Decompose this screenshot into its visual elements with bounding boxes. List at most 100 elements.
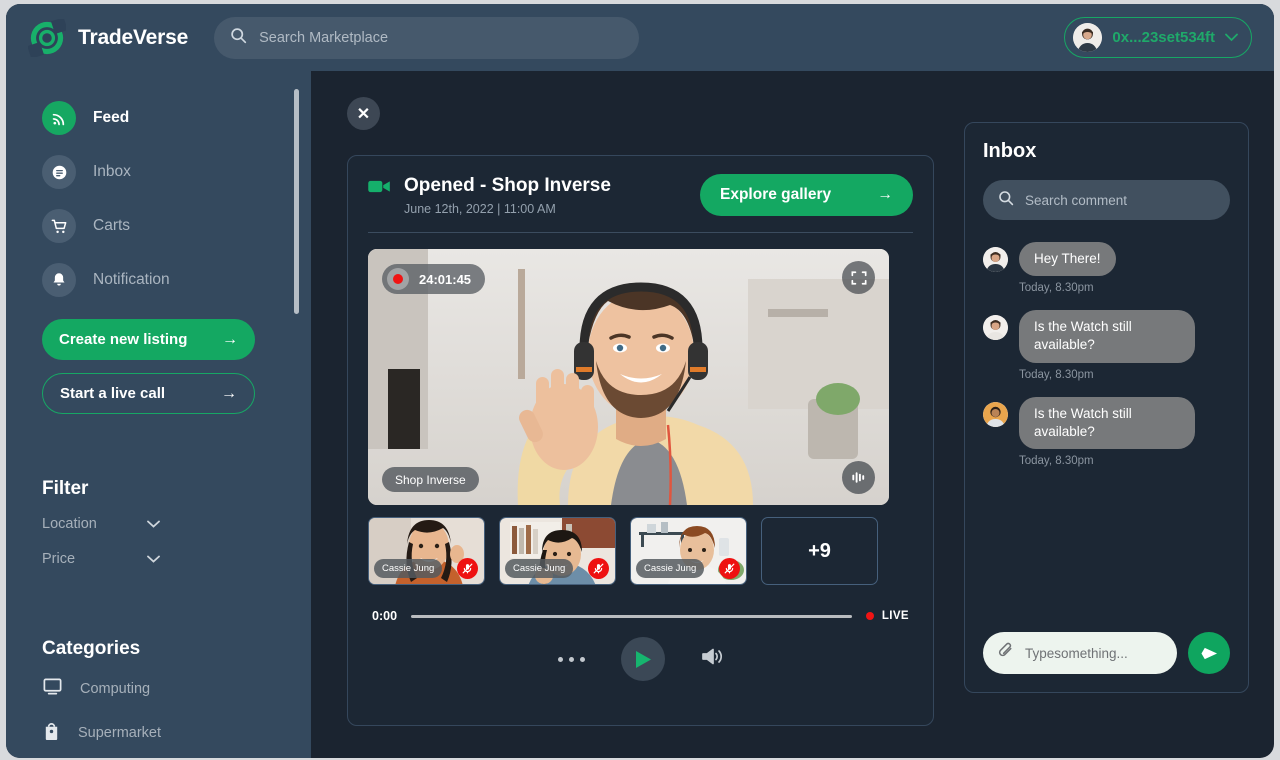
- message-time: Today, 8.30pm: [1019, 455, 1094, 468]
- presenter-name-tag: Shop Inverse: [382, 467, 479, 492]
- app-body: Feed Inbox Carts Notification Create new…: [6, 71, 1274, 758]
- search-marketplace-input[interactable]: Search Marketplace: [214, 16, 640, 59]
- search-icon: [230, 27, 247, 49]
- participant-thumbnail[interactable]: Cassie Jung: [630, 517, 747, 585]
- sidebar-item-label: Inbox: [93, 163, 131, 180]
- send-icon[interactable]: [1188, 632, 1230, 674]
- volume-icon[interactable]: [701, 647, 723, 671]
- participant-thumbnails: Cassie Jung Cassie Jung Cassie Jung +9: [368, 517, 913, 585]
- explore-gallery-button[interactable]: Explore gallery →: [700, 174, 913, 216]
- sidebar: Feed Inbox Carts Notification Create new…: [6, 71, 311, 758]
- wallet-address: 0x...23set534ft: [1112, 29, 1215, 46]
- create-listing-label: Create new listing: [59, 331, 188, 348]
- search-comment-placeholder: Search comment: [1025, 192, 1128, 208]
- monitor-icon: [42, 676, 63, 702]
- current-time: 0:00: [372, 609, 398, 623]
- arrow-right-icon: →: [877, 186, 894, 203]
- arrow-right-icon: →: [222, 330, 238, 348]
- chevron-down-icon: [1225, 29, 1238, 47]
- start-live-call-button[interactable]: Start a live call →: [42, 373, 255, 414]
- message-time: Today, 8.30pm: [1019, 282, 1094, 295]
- mic-off-icon[interactable]: [588, 558, 609, 579]
- close-icon[interactable]: ✕: [347, 97, 380, 130]
- live-video-player[interactable]: 24:01:45 Shop Inverse: [368, 249, 889, 505]
- progress-track[interactable]: [411, 614, 852, 618]
- bell-icon: [42, 263, 76, 297]
- message-list: Hey There! Today, 8.30pm Is the Watch st…: [983, 242, 1230, 632]
- sidebar-scrollbar[interactable]: [294, 89, 299, 314]
- message-input[interactable]: Typesomething...: [983, 632, 1177, 674]
- inbox-icon: [42, 155, 76, 189]
- search-placeholder: Search Marketplace: [259, 29, 389, 46]
- avatar: [983, 315, 1008, 341]
- inbox-title: Inbox: [983, 140, 1037, 162]
- participant-name: Cassie Jung: [505, 559, 574, 578]
- arrow-right-icon: →: [221, 384, 237, 402]
- list-item[interactable]: Hey There!: [983, 242, 1230, 277]
- message-text: Hey There!: [1019, 242, 1116, 277]
- sidebar-item-label: Carts: [93, 217, 131, 234]
- brand[interactable]: TradeVerse: [27, 16, 189, 59]
- fullscreen-icon[interactable]: [842, 261, 875, 294]
- category-label: Supermarket: [78, 725, 162, 741]
- sidebar-item-notification[interactable]: Notification: [6, 255, 311, 305]
- search-comment-input[interactable]: Search comment: [983, 180, 1230, 220]
- player-controls: [368, 637, 913, 681]
- categories-section: Categories Computing Supermarket: [6, 616, 311, 758]
- video-camera-icon: [368, 179, 391, 199]
- filter-label: Location: [42, 516, 97, 532]
- message-placeholder: Typesomething...: [1025, 645, 1128, 661]
- audio-waveform-icon[interactable]: [842, 461, 875, 494]
- wallet-menu[interactable]: 0x...23set534ft: [1064, 17, 1252, 58]
- play-icon[interactable]: [621, 637, 665, 681]
- participant-thumbnail[interactable]: Cassie Jung: [368, 517, 485, 585]
- header-divider: [368, 232, 913, 233]
- participant-thumbnail[interactable]: Cassie Jung: [499, 517, 616, 585]
- more-participants-button[interactable]: +9: [761, 517, 878, 585]
- top-bar: TradeVerse Search Marketplace 0x...23set…: [6, 4, 1274, 71]
- recording-elapsed: 24:01:45: [419, 271, 472, 287]
- stream-header: Opened - Shop Inverse June 12th, 2022 | …: [368, 174, 913, 216]
- sidebar-item-label: Notification: [93, 271, 170, 288]
- start-live-call-label: Start a live call: [60, 385, 166, 402]
- category-item-computing[interactable]: Computing: [42, 676, 311, 702]
- sidebar-item-label: Feed: [93, 109, 130, 126]
- status-badge: LIVE: [865, 610, 909, 622]
- filter-title: Filter: [42, 478, 89, 499]
- brand-name: TradeVerse: [78, 25, 189, 49]
- recording-badge: 24:01:45: [382, 264, 486, 294]
- explore-gallery-label: Explore gallery: [720, 186, 832, 203]
- message-composer: Typesomething...: [983, 632, 1230, 692]
- category-item-supermarket[interactable]: Supermarket: [42, 720, 311, 746]
- shopping-bag-icon: [42, 720, 61, 746]
- filter-section: Filter Location Price: [6, 456, 311, 586]
- filter-price[interactable]: Price: [42, 551, 160, 567]
- chevron-down-icon: [147, 517, 160, 531]
- categories-title: Categories: [42, 638, 141, 659]
- stream-date: June 12th, 2022 | 11:00 AM: [404, 201, 556, 216]
- live-label: LIVE: [881, 610, 909, 622]
- more-options-icon[interactable]: [558, 656, 585, 662]
- live-dot-icon: [865, 612, 874, 620]
- cart-icon: [42, 209, 76, 243]
- sidebar-item-inbox[interactable]: Inbox: [6, 147, 311, 197]
- stream-card: Opened - Shop Inverse June 12th, 2022 | …: [347, 155, 934, 726]
- participant-name: Cassie Jung: [374, 559, 443, 578]
- sidebar-item-carts[interactable]: Carts: [6, 201, 311, 251]
- avatar: [983, 247, 1008, 272]
- message-time: Today, 8.30pm: [1019, 368, 1094, 381]
- player-progress-row: 0:00 LIVE: [368, 609, 913, 623]
- list-item[interactable]: Is the Watch still available?: [983, 396, 1230, 450]
- list-item[interactable]: Is the Watch still available?: [983, 310, 1230, 363]
- mic-off-icon[interactable]: [457, 558, 478, 579]
- stream-title-group: Opened - Shop Inverse June 12th, 2022 | …: [368, 175, 611, 216]
- create-new-listing-button[interactable]: Create new listing →: [42, 319, 255, 360]
- mic-off-icon[interactable]: [719, 558, 740, 579]
- paperclip-icon[interactable]: [998, 642, 1015, 664]
- main-content: ✕ Opened - Shop Inverse June 12th, 2022 …: [311, 71, 1274, 758]
- app-window: TradeVerse Search Marketplace 0x...23set…: [6, 4, 1274, 758]
- sidebar-nav: Feed Inbox Carts Notification Create new…: [6, 71, 311, 434]
- sidebar-item-feed[interactable]: Feed: [6, 93, 311, 143]
- filter-location[interactable]: Location: [42, 516, 160, 532]
- filter-label: Price: [42, 551, 76, 567]
